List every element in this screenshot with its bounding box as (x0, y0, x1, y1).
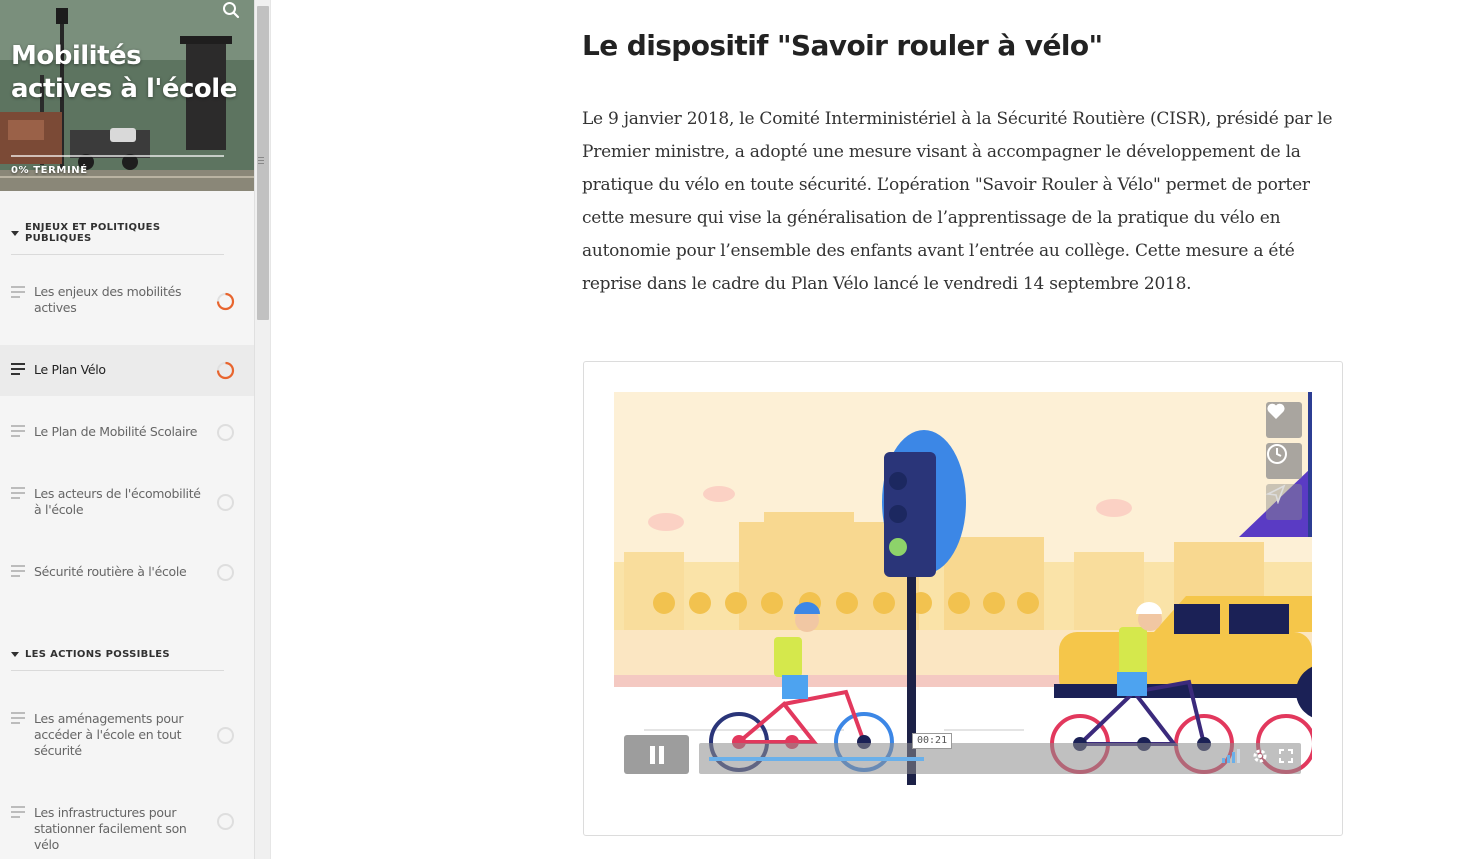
like-button[interactable] (1266, 402, 1302, 438)
lesson-label: Les acteurs de l'écomobilité à l'école (34, 486, 201, 517)
section-header-actions[interactable]: LES ACTIONS POSSIBLES (11, 649, 224, 671)
lesson-lines-icon (11, 487, 25, 502)
lesson-label: Le Plan Vélo (34, 362, 106, 377)
course-progress-bar (11, 155, 224, 157)
section-title: ENJEUX ET POLITIQUES PUBLIQUES (25, 222, 161, 244)
not-started-icon (217, 813, 234, 830)
in-progress-icon (216, 292, 235, 311)
video-time-tooltip: 00:21 (912, 733, 953, 749)
section-header-enjeux[interactable]: ENJEUX ET POLITIQUES PUBLIQUES (11, 222, 224, 255)
lesson-lines-icon (11, 712, 25, 727)
lesson-item-amenagements[interactable]: Les aménagements pour accéder à l'école … (0, 701, 254, 771)
lesson-lines-icon (11, 806, 25, 821)
lesson-label: Les infrastructures pour stationner faci… (34, 805, 187, 852)
clock-icon (1267, 444, 1287, 464)
search-icon (223, 2, 240, 19)
video-seek-bar[interactable] (699, 743, 1301, 774)
video-player[interactable] (614, 392, 1312, 785)
not-started-icon (217, 727, 234, 744)
course-title: Mobilités actives à l'école (11, 41, 237, 104)
video-seek-progress (709, 757, 924, 761)
lesson-lines-icon (11, 286, 25, 301)
watch-later-button[interactable] (1266, 443, 1302, 479)
lesson-label: Le Plan de Mobilité Scolaire (34, 424, 198, 439)
pause-button[interactable] (624, 735, 689, 774)
course-header: Mobilités actives à l'école 0% TERMINÉ (0, 0, 254, 191)
lesson-item-infrastructures[interactable]: Les infrastructures pour stationner faci… (0, 795, 254, 852)
caret-down-icon (11, 652, 19, 657)
sidebar-scrollbar[interactable] (254, 0, 271, 859)
not-started-icon (217, 564, 234, 581)
not-started-icon (217, 494, 234, 511)
gear-icon[interactable] (1252, 748, 1268, 764)
fullscreen-icon[interactable] (1278, 748, 1294, 764)
lesson-lines-icon (11, 425, 25, 440)
caret-down-icon (11, 230, 19, 236)
pause-icon (649, 745, 664, 764)
section-title: LES ACTIONS POSSIBLES (25, 649, 170, 660)
heart-icon (1267, 403, 1285, 419)
lesson-item-plan-velo[interactable]: Le Plan Vélo (0, 345, 254, 396)
lesson-label: Les enjeux des mobilités actives (34, 284, 182, 315)
lesson-item-enjeux[interactable]: Les enjeux des mobilités actives (0, 276, 254, 328)
share-button[interactable] (1266, 484, 1302, 520)
lesson-label: Les aménagements pour accéder à l'école … (34, 711, 184, 758)
lesson-item-plan-mobilite[interactable]: Le Plan de Mobilité Scolaire (0, 414, 254, 454)
lesson-label: Sécurité routière à l'école (34, 564, 187, 579)
volume-icon[interactable] (1220, 748, 1242, 764)
resize-grip-icon[interactable] (258, 157, 264, 166)
course-progress-label: 0% TERMINÉ (11, 165, 88, 176)
video-control-icons (1220, 748, 1294, 764)
video-frame-illustration (614, 392, 1312, 785)
lesson-lines-icon (11, 363, 25, 378)
in-progress-icon (216, 361, 235, 380)
search-button[interactable] (219, 0, 243, 22)
lesson-item-securite[interactable]: Sécurité routière à l'école (0, 554, 254, 594)
not-started-icon (217, 424, 234, 441)
send-icon (1266, 484, 1286, 504)
lesson-paragraph: Le 9 janvier 2018, le Comité Interminist… (582, 109, 1333, 294)
lesson-heading: Le dispositif "Savoir rouler à vélo" (582, 29, 1103, 62)
lesson-item-acteurs[interactable]: Les acteurs de l'écomobilité à l'école (0, 476, 254, 526)
lesson-lines-icon (11, 565, 25, 580)
course-sidebar: Mobilités actives à l'école 0% TERMINÉ E… (0, 0, 254, 859)
